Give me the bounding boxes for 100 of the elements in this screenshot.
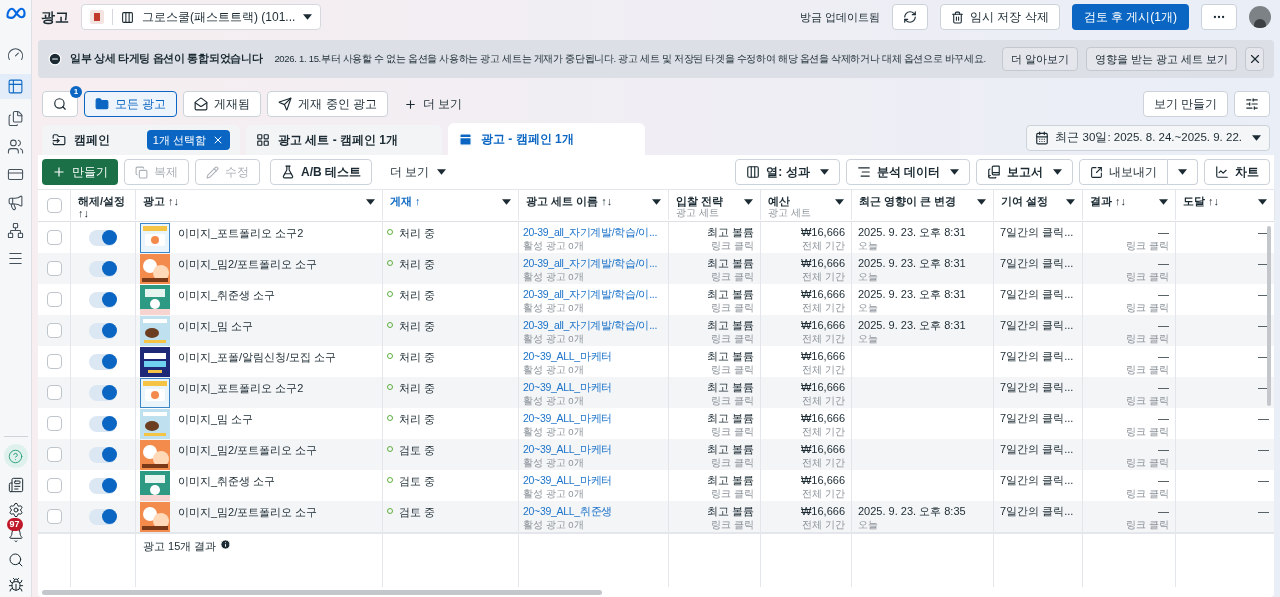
- create-button[interactable]: 만들기: [42, 159, 118, 185]
- search-button[interactable]: [42, 91, 78, 117]
- date-range-picker[interactable]: 최근 30일: 2025. 8. 24.~2025. 9. 22.: [1026, 125, 1270, 151]
- column-header[interactable]: 최근 영향이 큰 변경: [859, 195, 973, 207]
- toggle-switch[interactable]: [89, 415, 117, 432]
- publish-button[interactable]: 검토 후 게시(1개): [1071, 4, 1189, 30]
- row-checkbox[interactable]: [46, 416, 62, 431]
- row-checkbox[interactable]: [46, 323, 62, 338]
- column-header[interactable]: 결과 ↑↓: [1090, 195, 1155, 207]
- banner-button[interactable]: 더 알아보기: [1001, 47, 1078, 71]
- network-icon[interactable]: [7, 222, 24, 239]
- chart-button[interactable]: 차트: [1204, 159, 1270, 185]
- vertical-scrollbar[interactable]: [1267, 226, 1271, 406]
- ad-name[interactable]: 이미지_포트폴리오 소구2: [178, 223, 304, 242]
- news-icon[interactable]: [7, 477, 24, 493]
- adset-link[interactable]: 20~39_ALL_마케터: [523, 380, 612, 394]
- adset-link[interactable]: 20-39_all_자기계발/학습/이...: [523, 287, 658, 301]
- ad-name[interactable]: 이미지_포트폴리오 소구2: [178, 378, 304, 397]
- avatar[interactable]: [1249, 6, 1271, 28]
- dashboard-icon[interactable]: [7, 46, 24, 63]
- row-checkbox[interactable]: [46, 509, 62, 524]
- more-actions-button[interactable]: 더 보기: [378, 159, 459, 185]
- ad-name[interactable]: 이미지_밈2/포트폴리오 소구: [178, 502, 318, 521]
- row-checkbox[interactable]: [46, 447, 62, 462]
- toggle-switch[interactable]: [89, 446, 117, 463]
- column-header[interactable]: 도달 ↑↓: [1183, 195, 1254, 207]
- filter-chip[interactable]: 게재됨: [183, 91, 262, 117]
- level-tab[interactable]: 캠페인 1개 선택함: [42, 125, 240, 155]
- caret-icon: [1178, 169, 1187, 175]
- row-checkbox[interactable]: [46, 478, 62, 493]
- billing-icon[interactable]: [7, 166, 24, 183]
- adset-link[interactable]: 20~39_ALL_마케터: [523, 473, 612, 487]
- close-button[interactable]: [1245, 47, 1264, 71]
- filter-chip[interactable]: 게재 중인 광고: [267, 91, 388, 117]
- ad-name[interactable]: 이미지_밈 소구: [178, 316, 254, 335]
- column-header[interactable]: 예산: [768, 195, 831, 207]
- columns-button[interactable]: 열: 성과: [735, 159, 840, 185]
- customize-button[interactable]: [1234, 91, 1270, 117]
- toggle-switch[interactable]: [89, 353, 117, 370]
- reports-button[interactable]: 보고서: [976, 159, 1073, 185]
- adset-link[interactable]: 20-39_all_자기계발/학습/이...: [523, 318, 658, 332]
- row-checkbox[interactable]: [46, 230, 62, 245]
- column-header[interactable]: 입찰 전략: [676, 195, 740, 207]
- adset-link[interactable]: 20-39_all_자기계발/학습/이...: [523, 225, 658, 239]
- table-icon[interactable]: [7, 78, 24, 95]
- export-menu-button[interactable]: [1168, 159, 1198, 185]
- more-filters-button[interactable]: 더 보기: [394, 91, 473, 117]
- adset-link[interactable]: 20-39_all_자기계발/학습/이...: [523, 256, 658, 270]
- send-icon: [278, 97, 293, 111]
- column-header[interactable]: 해제/설정 ↑↓: [78, 195, 128, 219]
- caret-icon: [977, 199, 986, 205]
- filter-chip[interactable]: 모든 광고: [84, 91, 178, 117]
- toggle-switch[interactable]: [89, 384, 117, 401]
- row-checkbox[interactable]: [46, 292, 62, 307]
- ad-name[interactable]: 이미지_취준생 소구: [178, 471, 276, 490]
- adset-link[interactable]: 20~39_ALL_마케터: [523, 442, 612, 456]
- horizontal-scrollbar[interactable]: [42, 589, 602, 595]
- toggle-switch[interactable]: [89, 322, 117, 339]
- level-tab[interactable]: 광고 - 캠페인 1개: [448, 123, 645, 155]
- ad-name[interactable]: 이미지_취준생 소구: [178, 285, 276, 304]
- toggle-switch[interactable]: [89, 291, 117, 308]
- settings-icon[interactable]: [7, 502, 24, 518]
- column-header[interactable]: 광고 ↑↓: [143, 195, 362, 207]
- bug-icon[interactable]: [7, 577, 24, 593]
- ad-name[interactable]: 이미지_밈2/포트폴리오 소구: [178, 254, 318, 273]
- documents-icon[interactable]: [7, 110, 24, 127]
- breakdown-button[interactable]: 분석 데이터: [845, 159, 970, 185]
- search-icon[interactable]: [7, 552, 24, 568]
- toggle-switch[interactable]: [89, 260, 117, 277]
- ad-name[interactable]: 이미지_밈2/포트폴리오 소구: [178, 440, 318, 459]
- ad-name[interactable]: 이미지_포폴/알림신청/모집 소구: [178, 347, 337, 366]
- audience-icon[interactable]: [7, 138, 24, 155]
- menu-icon[interactable]: [7, 250, 24, 267]
- adset-link[interactable]: 20~39_ALL_취준생: [523, 504, 612, 518]
- toggle-switch[interactable]: [89, 477, 117, 494]
- ad-name[interactable]: 이미지_밈 소구: [178, 409, 254, 428]
- column-header[interactable]: 기여 설정: [1001, 195, 1062, 207]
- row-checkbox[interactable]: [46, 385, 62, 400]
- level-tab[interactable]: 광고 세트 - 캠페인 1개: [246, 125, 442, 155]
- row-checkbox[interactable]: [46, 354, 62, 369]
- adset-link[interactable]: 20~39_ALL_마케터: [523, 349, 612, 363]
- selection-chip[interactable]: 1개 선택함: [146, 130, 230, 150]
- column-header[interactable]: 광고 세트 이름 ↑↓: [526, 195, 648, 207]
- toggle-switch[interactable]: [89, 508, 117, 525]
- create-view-button[interactable]: 보기 만들기: [1142, 91, 1228, 117]
- adset-link[interactable]: 20~39_ALL_마케터: [523, 411, 612, 425]
- test-button[interactable]: A/B 테스트: [270, 159, 372, 185]
- caret-icon: [652, 199, 661, 205]
- account-selector[interactable]: 그로스쿨(패스트트랙) (101...: [81, 4, 322, 30]
- refresh-button[interactable]: [892, 4, 928, 30]
- banner-button[interactable]: 영향을 받는 광고 세트 보기: [1085, 47, 1238, 71]
- column-header[interactable]: 게재 ↑: [390, 195, 498, 207]
- export-button[interactable]: 내보내기: [1079, 159, 1168, 185]
- row-checkbox[interactable]: [46, 261, 62, 276]
- logo-icon[interactable]: [4, 6, 27, 20]
- megaphone-icon[interactable]: [7, 194, 24, 211]
- bid-strategy: 최고 볼륨: [705, 318, 754, 332]
- discard-drafts-button[interactable]: 임시 저장 삭제: [940, 4, 1060, 30]
- toggle-switch[interactable]: [89, 229, 117, 246]
- select-all-checkbox[interactable]: [46, 197, 62, 213]
